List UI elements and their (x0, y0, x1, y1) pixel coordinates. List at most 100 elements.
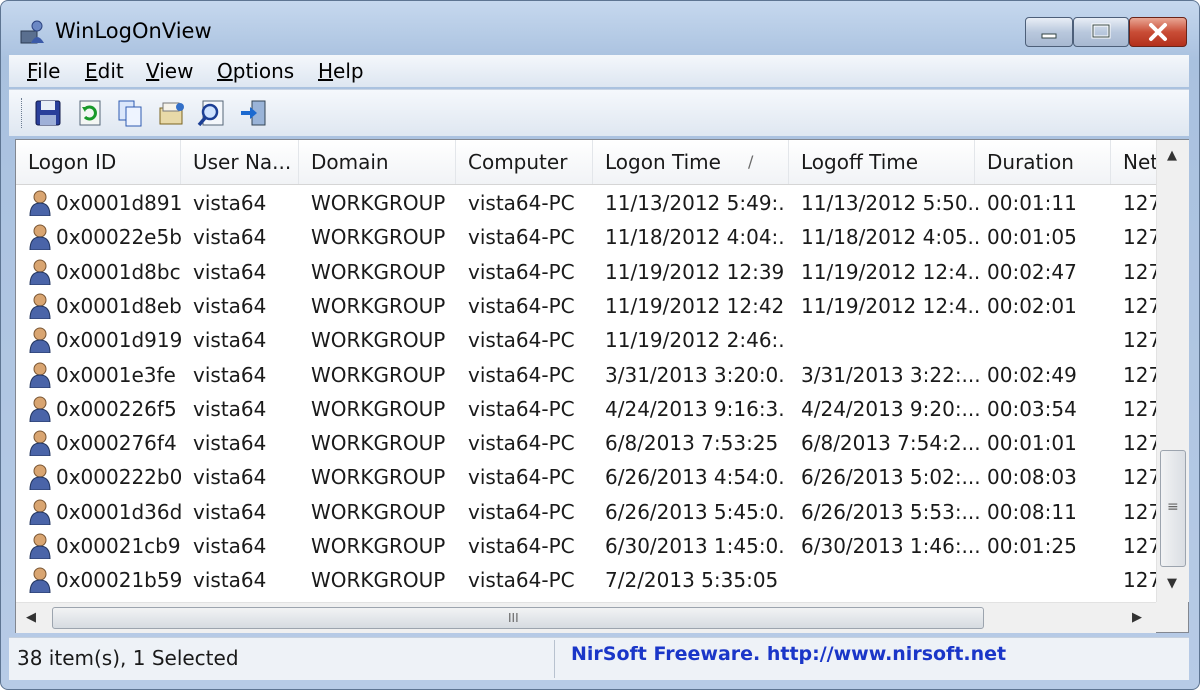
cell-logoff-time (801, 323, 979, 357)
cell-logon-id: 0x0001e3fe (56, 362, 176, 387)
horizontal-scrollbar[interactable]: ◀ III ▶ (16, 602, 1156, 633)
table-row[interactable]: 0x0001d8eb vista64 WORKGROUP vista64-PC 11/1… (16, 289, 1156, 323)
column-logon-time[interactable]: Logon Time (593, 140, 789, 184)
user-icon (29, 362, 51, 388)
column-computer[interactable]: Computer (456, 140, 593, 184)
column-logoff-time[interactable]: Logoff Time (789, 140, 975, 184)
cell-domain: WORKGROUP (311, 396, 446, 421)
find-icon[interactable] (197, 98, 227, 128)
table-row[interactable]: 0x000276f4 vista64 WORKGROUP vista64-PC 6/8/… (16, 426, 1156, 460)
column-duration[interactable]: Duration (975, 140, 1111, 184)
table-row[interactable]: 0x0001d919 vista64 WORKGROUP vista64-PC 11/1… (16, 323, 1156, 357)
cell-domain: WORKGROUP (311, 191, 446, 215)
menu-options[interactable]: Options (217, 59, 294, 83)
toolbar (9, 89, 1189, 136)
vertical-scrollbar[interactable]: ▲ ≡ ▼ (1156, 140, 1189, 602)
table-row[interactable]: 0x00021cb9 vista64 WORKGROUP vista64-PC 6/30… (16, 529, 1156, 563)
user-icon (29, 327, 51, 354)
column-logon-id[interactable]: Logon ID (16, 140, 181, 184)
cell-logon-time: 7/2/2013 5:35:05 ... (605, 568, 785, 593)
cell-network: 127 (1123, 499, 1156, 524)
cell-network: 127 (1123, 259, 1156, 284)
scroll-right-icon[interactable]: ▶ (1132, 610, 1142, 625)
scroll-left-icon[interactable]: ◀ (26, 610, 36, 625)
cell-logon-time: 4/24/2013 9:16:3... (605, 396, 785, 421)
properties-icon[interactable] (157, 98, 187, 128)
vertical-scroll-thumb[interactable]: ≡ (1160, 450, 1186, 567)
cell-logon-id: 0x000226f5 (56, 396, 177, 421)
user-icon (29, 499, 51, 525)
scroll-up-icon[interactable]: ▲ (1167, 148, 1177, 163)
horizontal-scroll-thumb[interactable]: III (52, 607, 984, 629)
user-icon (29, 396, 51, 422)
user-icon (29, 259, 51, 285)
cell-logon-id: 0x0001d919 (56, 328, 181, 353)
table-row[interactable]: 0x0001e3fe vista64 WORKGROUP vista64-PC 3/31… (16, 358, 1156, 392)
cell-duration: 00:01:01 (987, 431, 1077, 456)
cell-network: 127 (1123, 225, 1156, 250)
cell-logoff-time: 4/24/2013 9:20:... (801, 396, 979, 421)
scrollbar-corner (1156, 602, 1188, 632)
user-icon (29, 430, 51, 457)
cell-duration: 00:01:05 (987, 225, 1077, 250)
menu-view[interactable]: View (146, 59, 193, 83)
cell-user-name: vista64 (193, 534, 267, 558)
cell-logon-time: 6/30/2013 1:45:0... (605, 534, 785, 558)
menu-edit[interactable]: Edit (85, 59, 124, 83)
cell-domain: WORKGROUP (311, 225, 446, 250)
column-domain[interactable]: Domain (299, 140, 456, 184)
cell-logoff-time: 11/19/2012 12:4... (801, 293, 979, 318)
cell-logon-time: 6/26/2013 5:45:0... (605, 499, 785, 524)
menu-help[interactable]: Help (318, 59, 364, 83)
save-icon[interactable] (33, 98, 63, 128)
close-button[interactable] (1129, 17, 1187, 47)
copy-icon[interactable] (115, 98, 145, 128)
cell-network: 127 (1123, 396, 1156, 421)
minimize-button[interactable] (1025, 17, 1073, 47)
table-row[interactable]: 0x000222b0 vista64 WORKGROUP vista64-PC 6/26… (16, 460, 1156, 494)
table-row[interactable]: 0x00021b59 vista64 WORKGROUP vista64-PC 7/2/… (16, 563, 1156, 597)
cell-domain: WORKGROUP (311, 534, 446, 558)
table-row[interactable]: 0x000226f5 vista64 WORKGROUP vista64-PC 4/24… (16, 392, 1156, 426)
user-icon (29, 224, 51, 251)
cell-duration: 00:08:03 (987, 465, 1077, 490)
user-icon (29, 464, 51, 491)
table-row[interactable]: 0x0001d891 vista64 WORKGROUP vista64-PC 11/1… (16, 186, 1156, 220)
menu-file[interactable]: File (27, 59, 60, 83)
nirsoft-link[interactable]: NirSoft Freeware. http://www.nirsoft.net (571, 643, 1006, 665)
refresh-icon[interactable] (75, 98, 105, 128)
cell-user-name: vista64 (193, 259, 267, 284)
title-bar[interactable]: WinLogOnView (1, 1, 1199, 55)
cell-computer: vista64-PC (468, 191, 575, 215)
cell-logon-id: 0x0001d36d (56, 499, 181, 524)
cell-logoff-time: 6/26/2013 5:02:... (801, 465, 979, 490)
table-row[interactable]: 0x0001d8bc vista64 WORKGROUP vista64-PC 11/1… (16, 255, 1156, 289)
column-user-name[interactable]: User Na... (181, 140, 299, 184)
toolbar-grip[interactable] (21, 98, 25, 128)
cell-user-name: vista64 (193, 568, 267, 593)
cell-domain: WORKGROUP (311, 499, 446, 524)
maximize-button[interactable] (1073, 17, 1129, 47)
logon-list[interactable]: Logon ID User Na... Domain Computer Logo… (15, 139, 1189, 633)
cell-logon-id: 0x0001d8bc (56, 259, 181, 284)
cell-user-name: vista64 (193, 499, 267, 524)
status-item-count: 38 item(s), 1 Selected (17, 646, 239, 670)
maximize-icon (1091, 23, 1111, 39)
cell-computer: vista64-PC (468, 328, 575, 353)
cell-duration: 00:02:01 (987, 293, 1077, 318)
table-row[interactable]: 0x0001d36d vista64 WORKGROUP vista64-PC 6/26… (16, 495, 1156, 529)
scroll-down-icon[interactable]: ▼ (1167, 576, 1177, 591)
cell-logon-id: 0x0001d8eb (56, 293, 181, 318)
exit-icon[interactable] (239, 98, 269, 128)
table-row[interactable]: 0x00022e5b vista64 WORKGROUP vista64-PC 11/1… (16, 220, 1156, 254)
app-window: WinLogOnView File Edit View Options Help (0, 0, 1200, 690)
status-bar: 38 item(s), 1 Selected NirSoft Freeware.… (9, 637, 1189, 680)
cell-duration: 00:01:11 (987, 191, 1077, 215)
cell-logoff-time (801, 563, 979, 597)
cell-user-name: vista64 (193, 293, 267, 318)
cell-user-name: vista64 (193, 225, 267, 250)
user-icon (29, 190, 51, 216)
cell-network: 127 (1123, 465, 1156, 490)
cell-network: 127 (1123, 191, 1156, 215)
column-network[interactable]: Net (1111, 140, 1156, 184)
